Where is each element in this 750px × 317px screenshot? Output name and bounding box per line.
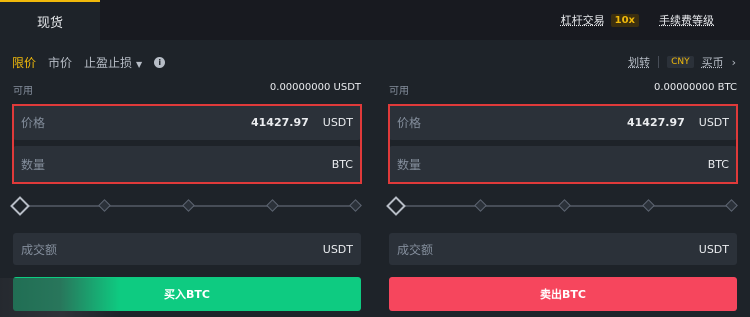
sell-total-label: 成交额	[397, 242, 434, 257]
sell-quantity-unit: BTC	[707, 157, 729, 171]
top-bar: 现货 杠杆交易 10x 手续费等级	[0, 0, 750, 40]
buy-price-label: 价格	[21, 115, 46, 130]
slider-mark-75[interactable]	[266, 199, 279, 212]
slider-mark-100[interactable]	[349, 199, 362, 212]
sell-panel: 可用 0.00000000 BTC 价格 41427.97 USDT 数量 BT…	[386, 82, 738, 311]
sell-price-value: 41427.97	[627, 115, 685, 129]
buy-total-unit: USDT	[322, 242, 353, 256]
sell-price-unit: USDT	[698, 115, 729, 129]
slider-handle[interactable]	[386, 196, 406, 216]
transfer-link[interactable]: 划转	[628, 54, 650, 70]
buy-price-input[interactable]: 价格 41427.97 USDT	[13, 104, 361, 140]
buy-available-row: 可用 0.00000000 USDT	[13, 82, 361, 97]
margin-trading-link[interactable]: 杠杆交易	[561, 12, 605, 28]
order-type-nav: 限价 市价 止盈止损 ▼ i	[12, 54, 166, 71]
sell-total-input[interactable]: 成交额 USDT	[389, 233, 737, 265]
buy-total-label: 成交额	[21, 242, 58, 257]
sell-percent-slider[interactable]	[386, 196, 738, 216]
sell-button[interactable]: 卖出BTC	[389, 277, 737, 311]
account-actions: 划转 CNY 买币 ›	[628, 54, 736, 70]
buy-panel: 可用 0.00000000 USDT 价格 41427.97 USDT 数量 B…	[10, 82, 362, 311]
buy-quantity-input[interactable]: 数量 BTC	[13, 146, 361, 182]
sell-available-value: 0.00000000 BTC	[654, 82, 737, 93]
tab-spot[interactable]: 现货	[0, 0, 100, 40]
buy-crypto-link[interactable]: 买币	[702, 54, 724, 70]
fee-level-link[interactable]: 手续费等级	[659, 12, 714, 28]
slider-mark-50[interactable]	[182, 199, 195, 212]
slider-mark-25[interactable]	[98, 199, 111, 212]
order-type-market[interactable]: 市价	[48, 54, 72, 71]
slider-mark-75[interactable]	[642, 199, 655, 212]
info-icon[interactable]: i	[154, 57, 166, 68]
sell-price-input[interactable]: 价格 41427.97 USDT	[389, 104, 737, 140]
top-right-links: 杠杆交易 10x 手续费等级	[561, 12, 714, 28]
buy-available-value: 0.00000000 USDT	[269, 82, 361, 93]
leverage-badge: 10x	[610, 13, 639, 27]
buy-price-value: 41427.97	[251, 115, 309, 129]
sell-available-row: 可用 0.00000000 BTC	[389, 82, 737, 97]
slider-mark-25[interactable]	[474, 199, 487, 212]
buy-total-input[interactable]: 成交额 USDT	[13, 233, 361, 265]
order-type-stop[interactable]: 止盈止损 ▼	[84, 54, 142, 71]
chevron-right-icon: ›	[731, 55, 736, 69]
buy-available-label: 可用	[13, 86, 33, 97]
currency-badge: CNY	[667, 56, 694, 68]
divider	[658, 56, 660, 68]
slider-mark-50[interactable]	[558, 199, 571, 212]
sell-quantity-input[interactable]: 数量 BTC	[389, 146, 737, 182]
order-type-limit[interactable]: 限价	[12, 54, 36, 71]
slider-mark-100[interactable]	[725, 199, 738, 212]
sell-quantity-label: 数量	[397, 157, 422, 172]
slider-handle[interactable]	[10, 196, 30, 216]
buy-quantity-unit: BTC	[331, 157, 353, 171]
order-type-stop-label: 止盈止损	[84, 56, 133, 70]
blurred-overlay	[0, 278, 120, 317]
buy-percent-slider[interactable]	[10, 196, 362, 216]
buy-price-unit: USDT	[322, 115, 353, 129]
sell-total-unit: USDT	[698, 242, 729, 256]
buy-quantity-label: 数量	[21, 157, 46, 172]
sell-price-label: 价格	[397, 115, 422, 130]
caret-down-icon: ▼	[136, 60, 143, 69]
sell-available-label: 可用	[389, 86, 409, 97]
